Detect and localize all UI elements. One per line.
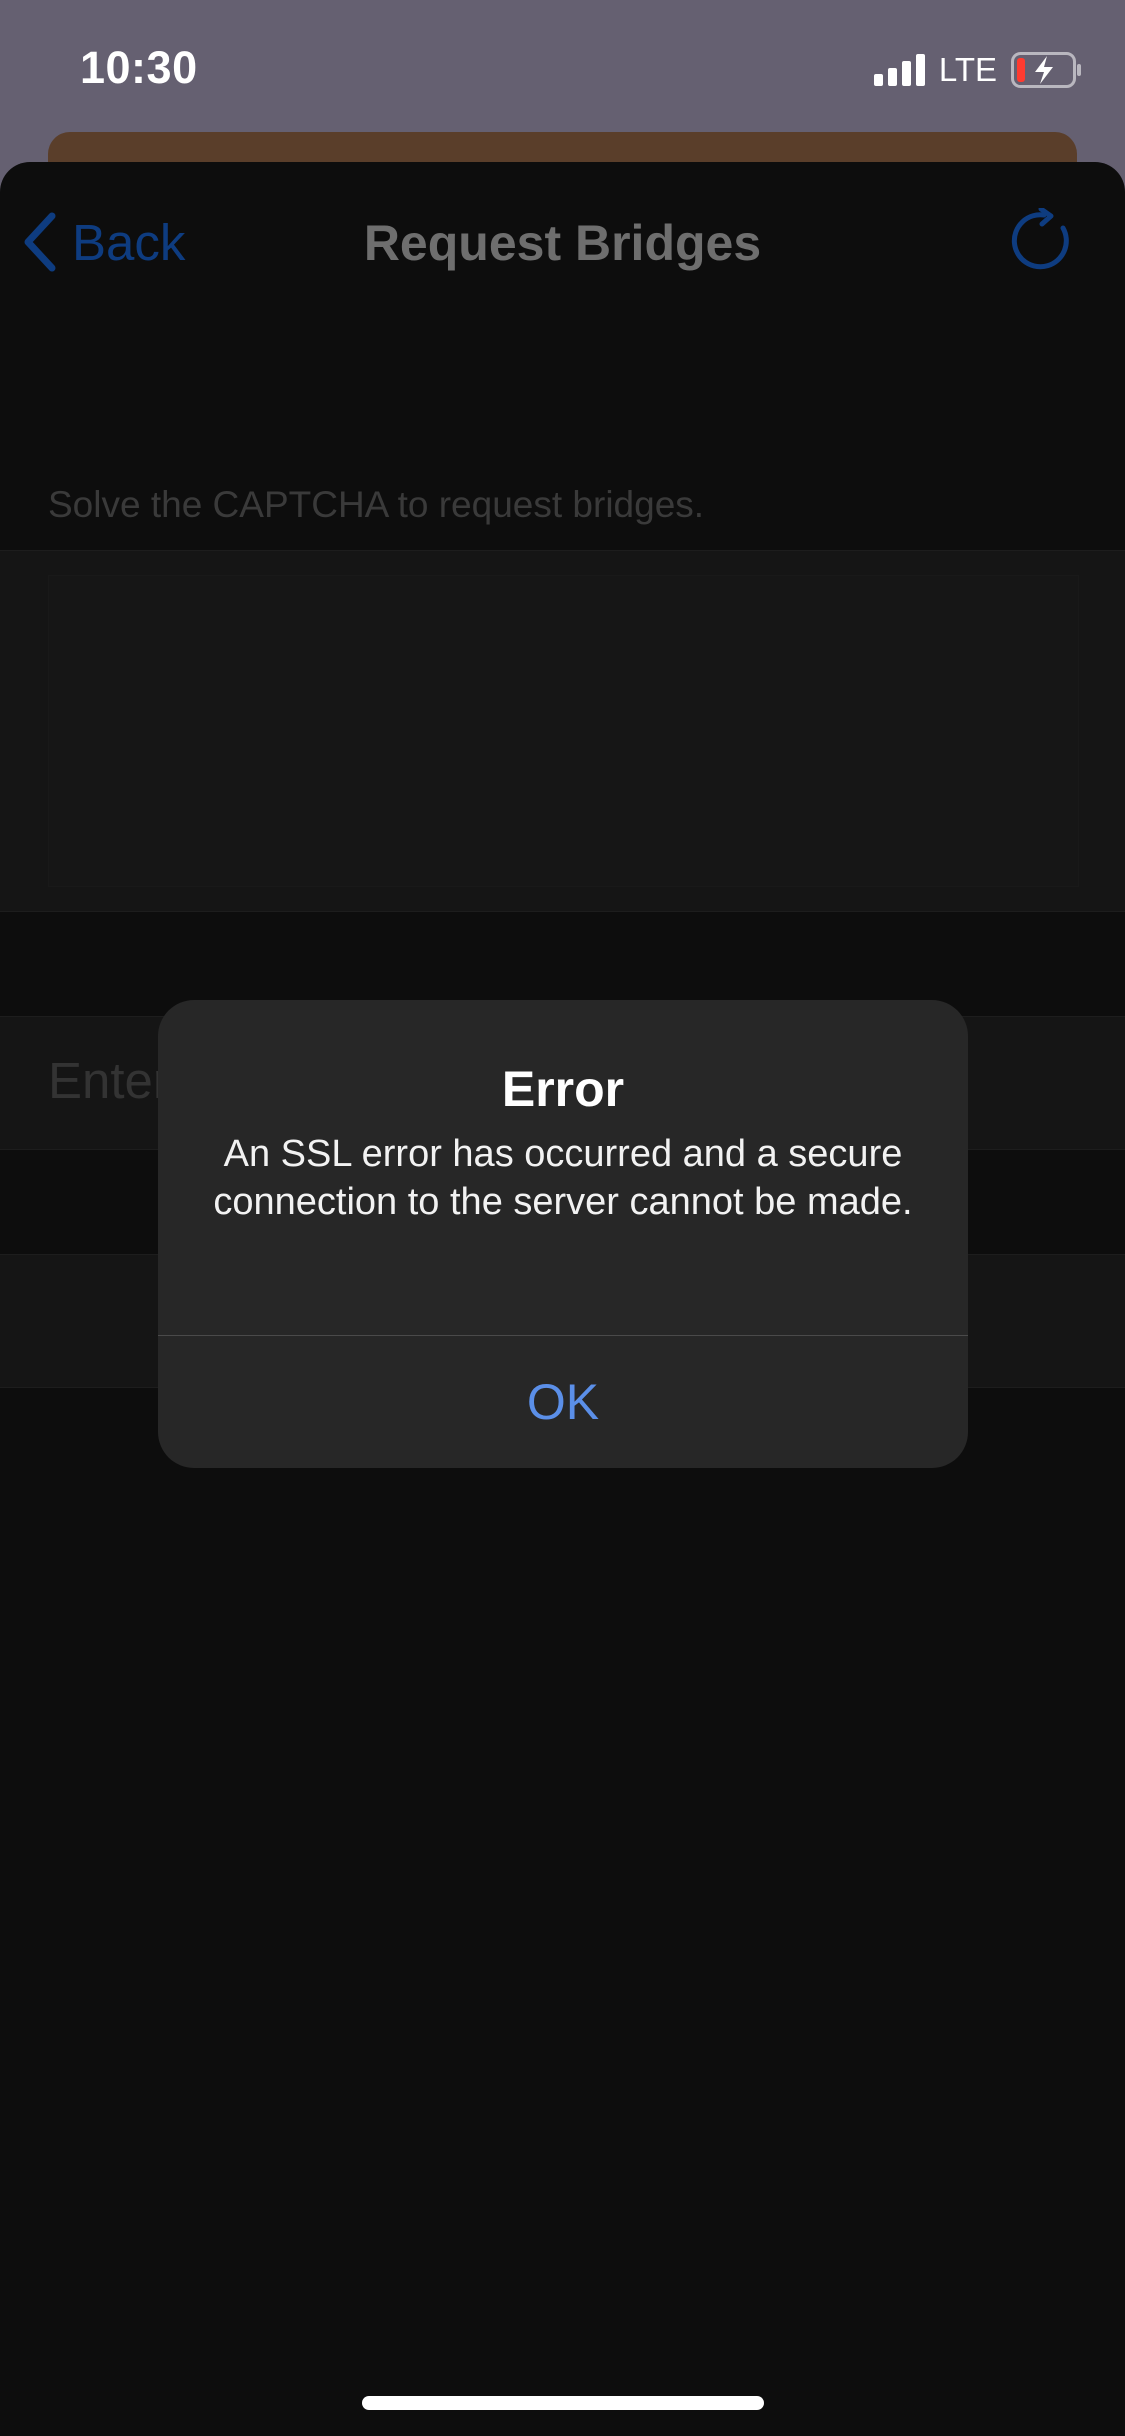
captcha-cell [0,550,1125,912]
alert-ok-button[interactable]: OK [158,1336,968,1468]
alert-message: An SSL error has occurred and a secure c… [213,1133,913,1223]
status-indicators: LTE [873,50,1083,90]
status-time: 10:30 [80,42,198,93]
navigation-bar: Back Request Bridges [0,162,1125,332]
captcha-image [48,575,1079,887]
captcha-instructions: Solve the CAPTCHA to request bridges. [48,484,705,525]
network-type: LTE [938,51,997,88]
home-indicator[interactable] [362,2396,764,2410]
cellular-signal-icon [873,54,925,86]
screen: 10:30 LTE Back Request Bridges Solve the… [0,0,1125,2436]
status-bar: 10:30 LTE [0,0,1125,135]
captcha-input[interactable]: Enter [48,1051,170,1110]
error-alert: Error An SSL error has occurred and a se… [158,1000,968,1468]
page-title: Request Bridges [363,215,762,271]
alert-title: Error [501,1061,625,1117]
battery-charging-icon [1011,52,1081,88]
refresh-icon[interactable] [1011,208,1077,274]
